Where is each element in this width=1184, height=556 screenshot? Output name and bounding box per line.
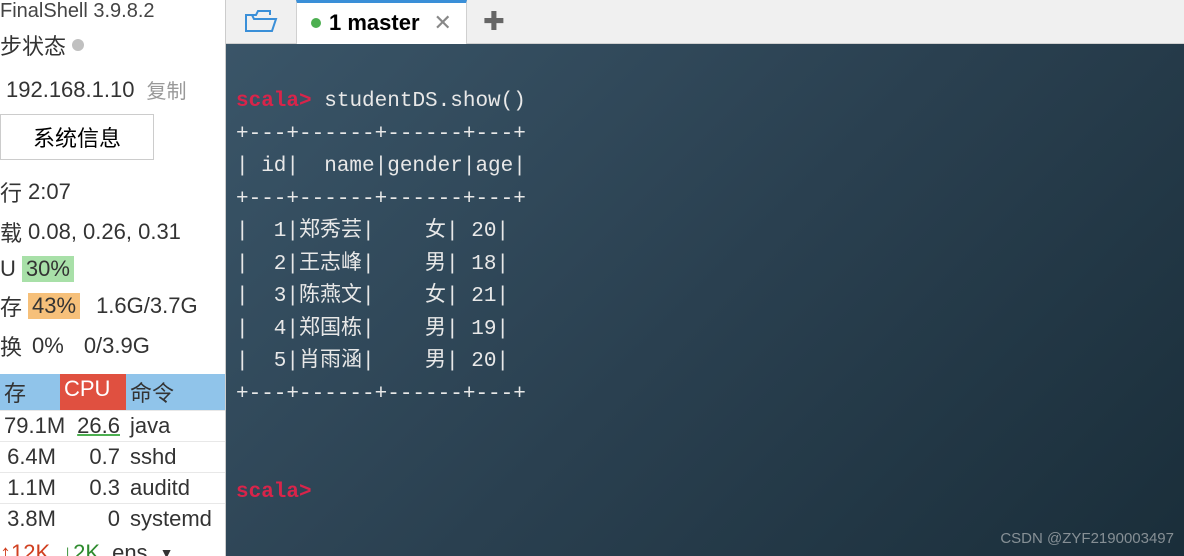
mem-row: 存 43% 1.6G/3.7G [0,286,225,326]
swap-row: 换 0% 0/3.9G [0,326,225,366]
load-row: 载 0.08, 0.26, 0.31 [0,212,225,252]
new-tab-button[interactable]: ✚ [467,6,521,37]
process-header[interactable]: 存 CPU 命令 [0,374,225,410]
sidebar: FinalShell 3.9.8.2 步状态 192.168.1.10 复制 系… [0,0,225,556]
mem-pct: 43% [28,293,80,319]
process-row[interactable]: 1.1M 0.3 auditd [0,472,225,503]
main-area: 1 master ✕ ✚ scala> studentDS.show() +--… [225,0,1184,556]
ip-address: 192.168.1.10 [6,77,134,103]
process-row[interactable]: 3.8M 0 systemd [0,503,225,534]
app-title: FinalShell 3.9.8.2 [0,0,225,25]
col-cmd[interactable]: 命令 [126,374,225,410]
col-cpu[interactable]: CPU [60,374,126,410]
prompt: scala> [236,90,312,113]
status-dot-icon [72,39,84,51]
close-icon[interactable]: ✕ [434,10,452,36]
sync-label: 步状态 [0,29,66,61]
terminal[interactable]: scala> studentDS.show() +---+------+----… [226,44,1184,556]
dropdown-icon[interactable]: ▼ [160,545,174,556]
network-row: ↑12K ↓2K ens ▼ [0,534,225,556]
status-dot-icon [311,18,321,28]
col-mem[interactable]: 存 [0,374,60,410]
cpu-pct: 30% [22,256,74,282]
swap-pct: 0% [28,333,68,359]
terminal-command: studentDS.show() [324,90,526,113]
tab-label: 1 master [329,10,420,36]
watermark: CSDN @ZYF2190003497 [1000,527,1174,550]
sync-status-row: 步状态 [0,25,225,69]
uptime-row: 行 2:07 [0,172,225,212]
tab-bar: 1 master ✕ ✚ [226,0,1184,44]
mem-text: 1.6G/3.7G [96,293,198,319]
copy-button[interactable]: 复制 [146,75,186,104]
folder-open-icon[interactable] [226,9,296,35]
prompt: scala> [236,481,312,504]
swap-text: 0/3.9G [84,333,150,359]
process-row[interactable]: 6.4M 0.7 sshd [0,441,225,472]
system-info-button[interactable]: 系统信息 [0,114,154,160]
process-row[interactable]: 79.1M 26.6 java [0,410,225,441]
ip-row: 192.168.1.10 复制 [0,69,225,114]
tab-master[interactable]: 1 master ✕ [296,0,467,44]
cpu-row: U 30% [0,252,225,286]
